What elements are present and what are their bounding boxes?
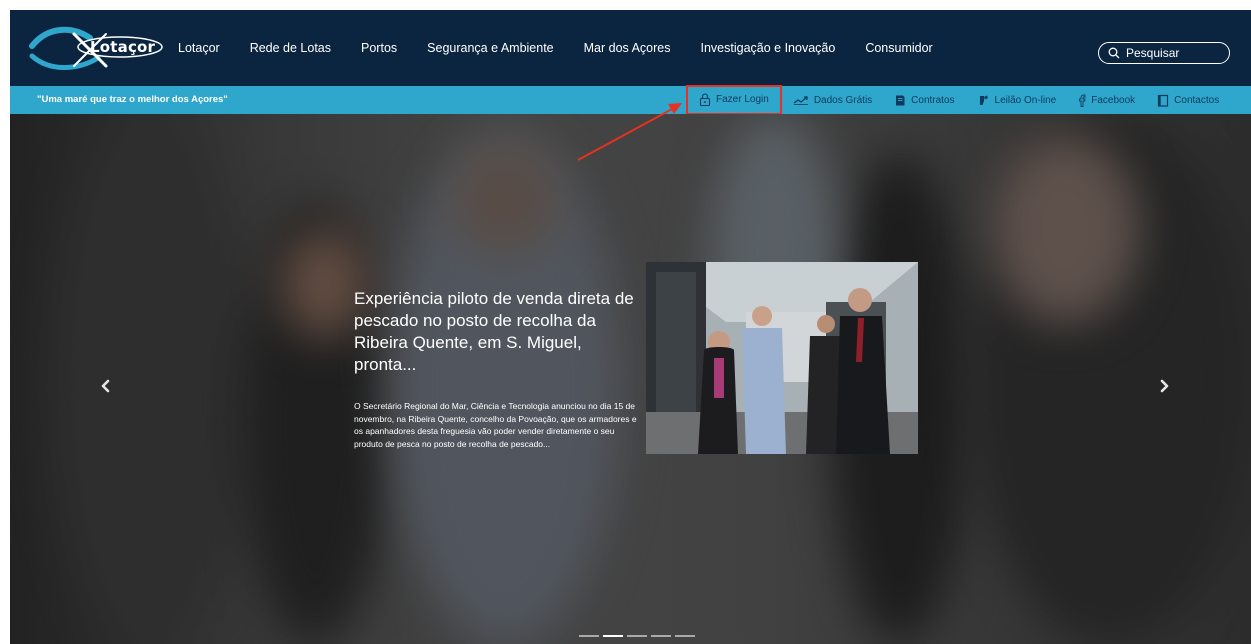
main-navbar: Lotaçor Lotaçor Rede de Lotas Portos Seg…	[10, 10, 1251, 86]
facebook-link[interactable]: Facebook	[1067, 86, 1146, 114]
dados-gratis-link[interactable]: Dados Grátis	[782, 86, 883, 114]
chevron-right-icon	[1160, 379, 1169, 393]
contratos-label: Contratos	[911, 94, 955, 106]
search-input[interactable]: Pesquisar	[1098, 42, 1230, 64]
search-icon	[1108, 47, 1120, 59]
contratos-link[interactable]: Contratos	[883, 86, 965, 114]
contacts-icon	[1158, 94, 1169, 107]
auction-icon	[979, 95, 988, 105]
slide-photo[interactable]	[646, 262, 918, 454]
facebook-icon	[1079, 94, 1086, 107]
lock-icon	[699, 93, 711, 106]
slide-photo-image	[646, 262, 918, 454]
contract-icon	[896, 95, 905, 105]
hero-overlay	[10, 114, 1251, 644]
carousel-dot[interactable]	[603, 635, 623, 637]
utility-bar: "Uma maré que traz o melhor dos Açores" …	[10, 84, 1251, 115]
leilao-online-link[interactable]: Leilão On-line	[966, 86, 1068, 114]
nav-item-consumidor[interactable]: Consumidor	[865, 41, 932, 55]
nav-item-mar-dos-acores[interactable]: Mar dos Açores	[584, 41, 671, 55]
carousel-prev-button[interactable]	[96, 376, 116, 396]
carousel-dot[interactable]	[675, 635, 695, 637]
nav-item-seguranca-ambiente[interactable]: Segurança e Ambiente	[427, 41, 553, 55]
nav-item-rede-de-lotas[interactable]: Rede de Lotas	[250, 41, 331, 55]
nav-item-investigacao-inovacao[interactable]: Investigação e Inovação	[700, 41, 835, 55]
chevron-left-icon	[101, 379, 110, 393]
carousel-dot[interactable]	[627, 635, 647, 637]
carousel-dot[interactable]	[651, 635, 671, 637]
nav-item-portos[interactable]: Portos	[361, 41, 397, 55]
search-placeholder: Pesquisar	[1126, 46, 1180, 60]
contactos-label: Contactos	[1174, 94, 1220, 106]
slogan-text: "Uma maré que traz o melhor dos Açores"	[37, 94, 228, 105]
trend-icon	[793, 96, 808, 105]
carousel-dot[interactable]	[579, 635, 599, 637]
utility-links: Fazer Login Dados Grátis Contratos Leilã…	[686, 84, 1230, 115]
lotacor-logo[interactable]: Lotaçor	[28, 20, 168, 76]
carousel-indicators	[579, 635, 695, 637]
browser-viewport: Lotaçor Lotaçor Rede de Lotas Portos Seg…	[10, 10, 1251, 644]
nav-menu: Lotaçor Rede de Lotas Portos Segurança e…	[178, 10, 963, 86]
carousel-next-button[interactable]	[1154, 376, 1174, 396]
dados-gratis-label: Dados Grátis	[813, 94, 873, 106]
slide-description: O Secretário Regional do Mar, Ciência e …	[354, 401, 637, 449]
login-link[interactable]: Fazer Login	[686, 84, 782, 115]
hero-carousel: Experiência piloto de venda direta de pe…	[10, 114, 1251, 644]
contactos-link[interactable]: Contactos	[1146, 86, 1230, 114]
nav-item-lotacor[interactable]: Lotaçor	[178, 41, 220, 55]
login-label: Fazer Login	[716, 94, 769, 105]
slide-title[interactable]: Experiência piloto de venda direta de pe…	[354, 288, 644, 376]
leilao-online-label: Leilão On-line	[994, 94, 1057, 106]
logo-text: Lotaçor	[90, 38, 156, 56]
facebook-label: Facebook	[1091, 94, 1136, 106]
